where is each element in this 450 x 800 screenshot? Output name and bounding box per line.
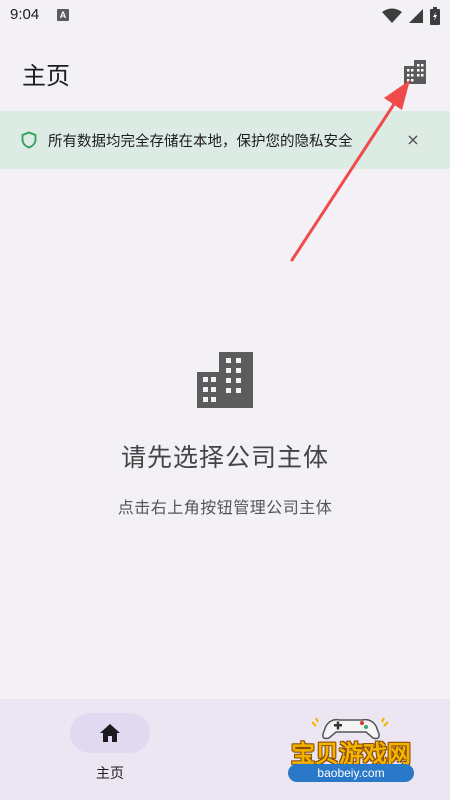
nav-item-home[interactable]: 主页: [70, 713, 150, 783]
empty-state-subtitle: 点击右上角按钮管理公司主体: [117, 498, 333, 517]
nav-home-label: 主页: [96, 766, 124, 782]
home-icon: [100, 724, 120, 742]
page-title: 主页: [22, 62, 70, 90]
building-icon: [197, 352, 253, 408]
privacy-notice-text: 所有数据均完全存储在本地，保护您的隐私安全: [48, 134, 353, 150]
a-icon: A: [57, 9, 69, 21]
status-icons: [382, 7, 440, 25]
watermark-url: baobeiy.com: [288, 764, 414, 782]
status-time: 9:04: [10, 6, 40, 23]
status-bar: 9:04 A: [0, 0, 450, 32]
app-bar: 主页: [0, 32, 450, 110]
watermark: 宝贝游戏网 baobeiy.com: [276, 712, 426, 792]
manage-company-button[interactable]: [398, 56, 432, 90]
shield-icon: [21, 131, 37, 149]
nav-home-indicator: [70, 713, 150, 753]
empty-state-title: 请先选择公司主体: [120, 443, 329, 472]
close-icon: ×: [406, 130, 420, 149]
empty-state: 请先选择公司主体 点击右上角按钮管理公司主体: [0, 350, 450, 518]
wifi-icon: [382, 8, 402, 23]
close-banner-button[interactable]: ×: [402, 129, 424, 151]
building-icon: [404, 60, 426, 84]
privacy-banner: 所有数据均完全存储在本地，保护您的隐私安全 ×: [0, 111, 450, 169]
battery-icon: [430, 7, 440, 25]
signal-icon: [409, 9, 423, 23]
